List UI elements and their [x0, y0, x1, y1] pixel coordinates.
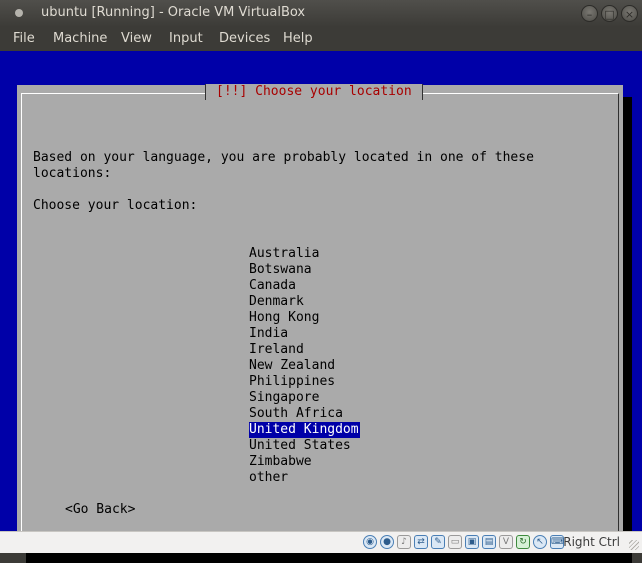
host-key-label: Right Ctrl: [563, 535, 620, 549]
location-item[interactable]: Zimbabwe: [249, 454, 360, 470]
network-icon[interactable]: ⇄: [414, 535, 428, 549]
dialog-description-line1: Based on your language, you are probably…: [33, 150, 534, 165]
virtualization-icon[interactable]: V: [499, 535, 513, 549]
location-item[interactable]: Ireland: [249, 342, 360, 358]
status-icons: ◉ ● ♪ ⇄ ✎ ▭ ▣ ▤ V ↻ ↖ ⌨: [363, 535, 564, 549]
location-item[interactable]: New Zealand: [249, 358, 360, 374]
cpu-icon[interactable]: ↻: [516, 535, 530, 549]
location-item[interactable]: South Africa: [249, 406, 360, 422]
location-item-selected[interactable]: United Kingdom: [249, 422, 360, 438]
location-item[interactable]: United States: [249, 438, 360, 454]
menu-bar: File Machine View Input Devices Help: [0, 27, 642, 51]
display-icon[interactable]: ▣: [465, 535, 479, 549]
minimize-icon: –: [586, 8, 593, 21]
maximize-button[interactable]: □: [601, 5, 618, 22]
hard-disk-icon[interactable]: ◉: [363, 535, 377, 549]
status-bar: ◉ ● ♪ ⇄ ✎ ▭ ▣ ▤ V ↻ ↖ ⌨ Right Ctrl: [0, 531, 642, 553]
close-button[interactable]: ×: [621, 5, 638, 22]
window-menu-icon[interactable]: [15, 9, 23, 17]
go-back-button[interactable]: <Go Back>: [65, 502, 135, 518]
location-item[interactable]: Botswana: [249, 262, 360, 278]
menu-help[interactable]: Help: [283, 31, 313, 46]
location-list[interactable]: Australia Botswana Canada Denmark Hong K…: [249, 246, 360, 486]
shared-folders-icon[interactable]: ▭: [448, 535, 462, 549]
location-item[interactable]: Philippines: [249, 374, 360, 390]
installer-dialog: [!!] Choose your location Based on your …: [17, 84, 623, 551]
menu-devices[interactable]: Devices: [219, 31, 270, 46]
dialog-title: [!!] Choose your location: [205, 84, 423, 100]
menu-view[interactable]: View: [121, 31, 152, 46]
vm-display[interactable]: [!!] Choose your location Based on your …: [0, 51, 642, 563]
location-item[interactable]: Hong Kong: [249, 310, 360, 326]
location-item[interactable]: other: [249, 470, 360, 486]
window-title: ubuntu [Running] - Oracle VM VirtualBox: [41, 5, 306, 20]
maximize-icon: □: [604, 8, 615, 21]
menu-file[interactable]: File: [13, 31, 35, 46]
menu-machine[interactable]: Machine: [53, 31, 107, 46]
close-icon: ×: [624, 8, 635, 21]
title-bar: ubuntu [Running] - Oracle VM VirtualBox …: [0, 0, 642, 27]
audio-icon[interactable]: ♪: [397, 535, 411, 549]
minimize-button[interactable]: –: [581, 5, 598, 22]
optical-drive-icon[interactable]: ●: [380, 535, 394, 549]
location-prompt: Choose your location:: [33, 198, 198, 213]
menu-input[interactable]: Input: [169, 31, 203, 46]
window-controls: – □ ×: [581, 5, 638, 22]
location-item[interactable]: Singapore: [249, 390, 360, 406]
keyboard-icon[interactable]: ⌨: [550, 535, 564, 549]
location-item[interactable]: Canada: [249, 278, 360, 294]
location-item[interactable]: Australia: [249, 246, 360, 262]
location-item[interactable]: Denmark: [249, 294, 360, 310]
resize-grip-icon[interactable]: [629, 540, 639, 550]
location-item[interactable]: India: [249, 326, 360, 342]
video-capture-icon[interactable]: ▤: [482, 535, 496, 549]
mouse-integration-icon[interactable]: ↖: [533, 535, 547, 549]
usb-icon[interactable]: ✎: [431, 535, 445, 549]
dialog-description-line2: locations:: [33, 166, 112, 181]
